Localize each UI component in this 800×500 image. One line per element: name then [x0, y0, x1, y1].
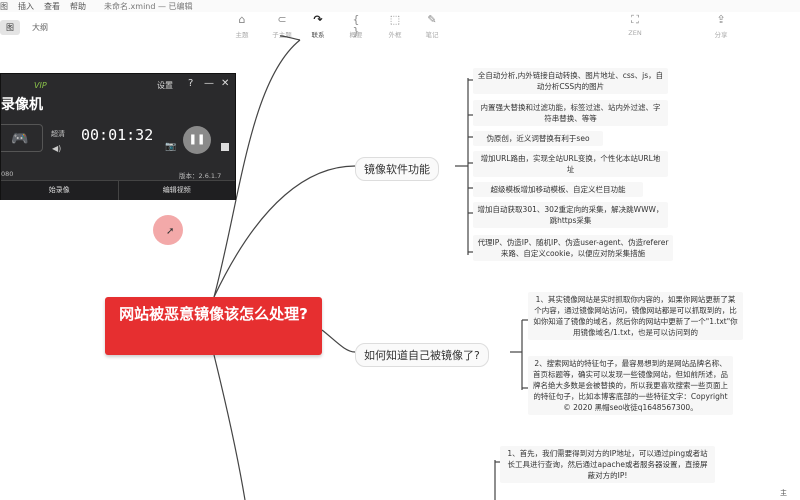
- volume-icon[interactable]: ◀): [52, 144, 61, 153]
- recorder-bottom-bar: 始录像 编辑视频: [1, 180, 235, 200]
- quality-label[interactable]: 超清: [51, 129, 65, 139]
- leaf-block-ip[interactable]: 1、首先，我们需要得到对方的IP地址，可以通过ping或者站长工具进行查询，然后…: [500, 446, 715, 483]
- branch-mirror-software-features[interactable]: 镜像软件功能: [355, 157, 439, 181]
- screen-recorder-window[interactable]: VIP 设置 ? — ✕ 录像机 🎮 超清 ◀) 00:01:32 📷 ❚❚ 0…: [0, 73, 236, 200]
- leaf-redirect-collection[interactable]: 增加自动获取301、302重定向的采集，解决跳WWW，跳https采集: [473, 202, 668, 228]
- leaf-auto-analysis[interactable]: 全自动分析,内外链接自动转换、图片地址、css、js，自动分析CSS内的图片: [473, 68, 668, 94]
- pause-button[interactable]: ❚❚: [183, 126, 211, 154]
- gamepad-icon[interactable]: 🎮: [11, 131, 28, 147]
- minimize-button[interactable]: —: [204, 78, 214, 89]
- branch-how-to-know-mirrored[interactable]: 如何知道自己被镜像了?: [355, 343, 489, 367]
- vip-badge: VIP: [34, 81, 47, 90]
- start-record-button[interactable]: 始录像: [1, 181, 118, 200]
- edit-video-button[interactable]: 编辑视频: [117, 181, 236, 200]
- recording-timer: 00:01:32: [81, 126, 154, 144]
- central-topic[interactable]: 网站被恶意镜像该怎么处理?: [105, 297, 322, 355]
- leaf-proxy-ip[interactable]: 代理IP、伪造IP、随机IP、伪造user-agent、伪造referer来路、…: [473, 235, 673, 261]
- resolution-text: 080: [1, 170, 14, 178]
- leaf-pseudo-original[interactable]: 伪原创，近义词替换有利于seo: [473, 131, 603, 146]
- status-text: 主: [780, 489, 787, 497]
- leaf-replace-filter[interactable]: 内置强大替换和过滤功能，标签过滤、站内外过滤、字符串替换、等等: [473, 100, 668, 126]
- mouse-pointer-icon: ➚: [166, 226, 175, 237]
- leaf-search-feature-sentence[interactable]: 2、搜索网站的特征句子，最容易想到的是网站品牌名称、首页标题等，确实可以发现一些…: [528, 356, 733, 415]
- recorder-settings-button[interactable]: 设置: [157, 80, 173, 91]
- close-button[interactable]: ✕: [221, 78, 229, 89]
- leaf-realtime-crawl[interactable]: 1、其实镜像网站是实时抓取你内容的，如果你网站更新了某个内容，通过镜像网站访问，…: [528, 292, 743, 340]
- recorder-title: 录像机: [1, 97, 43, 113]
- leaf-url-routing[interactable]: 增加URL路由，实现全站URL变换，个性化本站URL地址: [473, 151, 668, 177]
- version-text: 版本：2.6.1.7: [179, 172, 222, 180]
- help-button[interactable]: ?: [188, 78, 193, 89]
- leaf-super-template[interactable]: 超级模板增加移动模板、自定义栏目功能: [473, 182, 643, 197]
- stop-button[interactable]: [221, 143, 229, 151]
- camera-icon[interactable]: 📷: [165, 142, 176, 152]
